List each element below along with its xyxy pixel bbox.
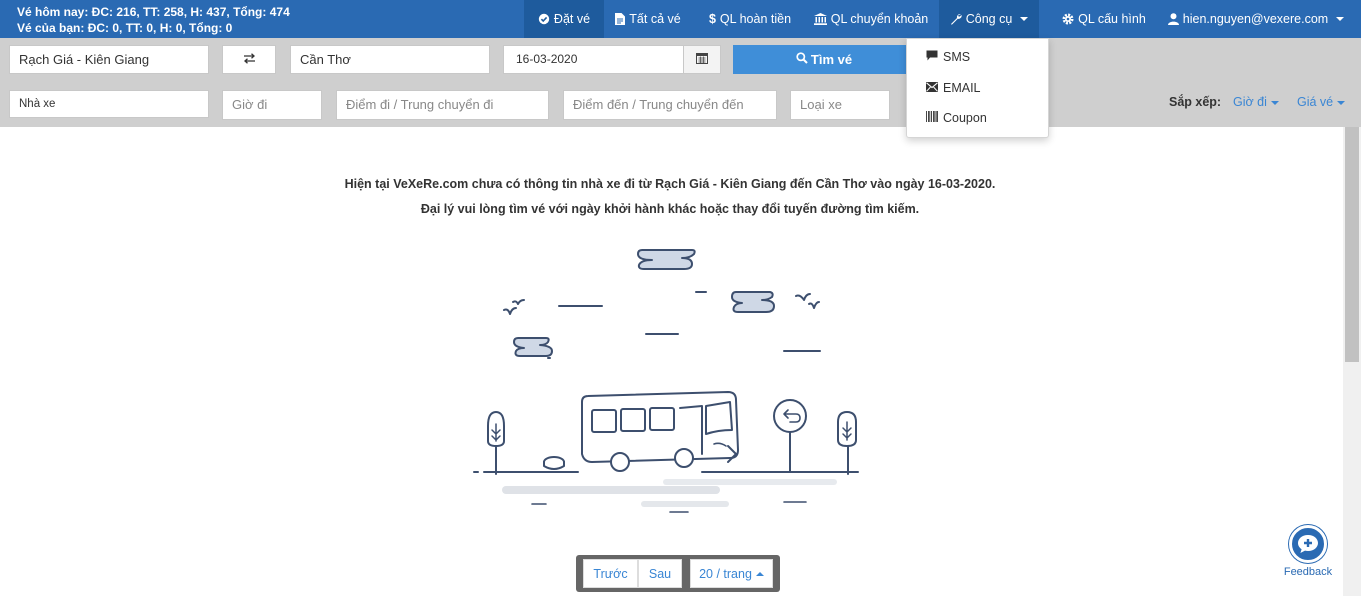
wrench-icon — [950, 13, 962, 25]
menu-item-email[interactable]: EMAIL — [926, 78, 981, 98]
document-icon — [615, 13, 626, 25]
scrollbar-thumb[interactable] — [1345, 127, 1359, 362]
stats-today: Vé hôm nay: ĐC: 216, TT: 258, H: 437, Tổ… — [17, 5, 290, 19]
chevron-down-icon — [1336, 17, 1345, 21]
ticket-stats: Vé hôm nay: ĐC: 216, TT: 258, H: 437, Tổ… — [17, 4, 290, 36]
chevron-up-icon — [755, 571, 764, 576]
user-icon — [1167, 13, 1179, 25]
dropoff-point-filter[interactable]: Điểm đến / Trung chuyển đến — [563, 90, 777, 120]
nav-all-tickets-label: Tất cả vé — [629, 12, 681, 26]
departure-time-filter[interactable]: Giờ đi — [222, 90, 322, 120]
chevron-down-icon — [1020, 17, 1029, 21]
operator-filter-input[interactable]: Nhà xe — [9, 90, 209, 118]
nav-refunds-label: QL hoàn tiền — [719, 12, 792, 26]
feedback-label: Feedback — [1283, 566, 1333, 578]
page-scrollbar[interactable] — [1343, 127, 1361, 596]
search-icon — [796, 52, 808, 67]
no-results-message: Hiện tại VeXeRe.com chưa có thông tin nh… — [344, 177, 996, 191]
page-size-label: 20 / trang — [699, 566, 752, 581]
swap-icon — [243, 52, 256, 67]
search-button-label: Tìm vé — [810, 52, 853, 67]
pickup-point-filter[interactable]: Điểm đi / Trung chuyển đi — [336, 90, 549, 120]
bank-icon — [813, 13, 827, 25]
to-location-input[interactable]: Cần Thơ — [290, 45, 490, 74]
sort-time-label: Giờ đi — [1233, 95, 1267, 109]
nav-transfers[interactable]: QL chuyển khoản — [808, 0, 934, 38]
sort-label: Sắp xếp: — [1169, 95, 1222, 109]
nav-book-label: Đặt vé — [553, 12, 591, 26]
stats-yours: Vé của bạn: ĐC: 0, TT: 0, H: 0, Tổng: 0 — [17, 21, 233, 35]
nav-config-label: QL cấu hình — [1078, 12, 1146, 26]
tools-dropdown-menu: SMS EMAIL Coupon — [906, 38, 1049, 138]
nav-all-tickets[interactable]: Tất cả vé — [606, 0, 690, 38]
nav-transfers-label: QL chuyển khoản — [830, 12, 929, 26]
prev-page-button[interactable]: Trước — [583, 559, 638, 588]
feedback-widget[interactable]: Feedback — [1283, 525, 1333, 578]
chevron-down-icon — [1337, 100, 1346, 105]
sort-by-departure-time[interactable]: Giờ đi — [1233, 95, 1279, 109]
chevron-down-icon — [1270, 100, 1279, 105]
menu-item-email-label: EMAIL — [943, 81, 981, 95]
menu-item-coupon-label: Coupon — [943, 111, 987, 125]
barcode-icon — [926, 111, 938, 125]
nav-user-menu[interactable]: hien.nguyen@vexere.com — [1166, 0, 1346, 38]
vehicle-type-filter[interactable]: Loại xe — [790, 90, 890, 120]
nav-user-label: hien.nguyen@vexere.com — [1182, 12, 1329, 26]
from-location-input[interactable]: Rạch Giá - Kiên Giang — [9, 45, 209, 74]
chat-icon — [926, 50, 938, 64]
nav-config[interactable]: QL cấu hình — [1052, 0, 1156, 38]
menu-item-sms[interactable]: SMS — [926, 47, 970, 67]
sort-by-price[interactable]: Giá vé — [1297, 95, 1346, 109]
next-page-button[interactable]: Sau — [638, 559, 682, 588]
nav-tools-dropdown[interactable]: Công cụ — [939, 0, 1039, 38]
nav-book-ticket[interactable]: Đặt vé — [524, 0, 604, 38]
empty-state-bus-illustration — [473, 249, 859, 513]
menu-item-coupon[interactable]: Coupon — [926, 108, 987, 128]
dollar-icon: $ — [708, 12, 716, 26]
feedback-icon[interactable] — [1289, 525, 1327, 563]
page-size-select[interactable]: 20 / trang — [690, 559, 773, 588]
calendar-button[interactable] — [683, 45, 721, 74]
gear-icon — [1062, 13, 1074, 25]
date-input[interactable]: 16-03-2020 — [503, 45, 684, 74]
check-circle-icon — [538, 13, 550, 25]
nav-tools-label: Công cụ — [965, 12, 1013, 26]
pagination: Trước Sau 20 / trang — [576, 555, 780, 592]
top-navbar: Vé hôm nay: ĐC: 216, TT: 258, H: 437, Tổ… — [0, 0, 1361, 38]
no-results-hint: Đại lý vui lòng tìm vé với ngày khởi hàn… — [420, 202, 920, 216]
menu-item-sms-label: SMS — [943, 50, 971, 64]
sort-price-label: Giá vé — [1297, 95, 1334, 109]
search-panel: Rạch Giá - Kiên Giang Cần Thơ 16-03-2020… — [0, 38, 1361, 127]
search-tickets-button[interactable]: Tìm vé — [733, 45, 915, 74]
swap-route-button[interactable] — [222, 45, 276, 74]
envelope-icon — [926, 81, 938, 95]
nav-refunds[interactable]: $ QL hoàn tiền — [698, 0, 802, 38]
calendar-icon — [696, 52, 708, 67]
